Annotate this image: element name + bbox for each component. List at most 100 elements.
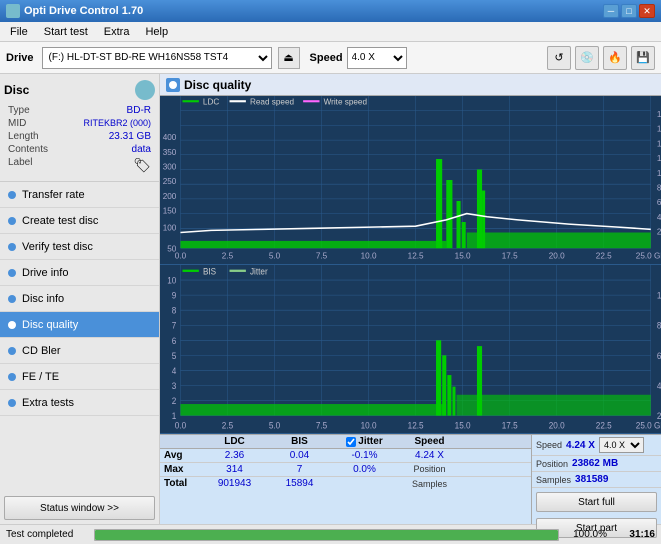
svg-text:12.5: 12.5 xyxy=(408,420,424,431)
nav-drive-info[interactable]: Drive info xyxy=(0,260,159,286)
svg-text:10X: 10X xyxy=(657,168,661,178)
nav-verify-test[interactable]: Verify test disc xyxy=(0,234,159,260)
menu-help[interactable]: Help xyxy=(139,25,174,39)
svg-text:12X: 12X xyxy=(657,153,661,163)
svg-text:10.0: 10.0 xyxy=(361,251,377,261)
side-speed-row: Speed 4.24 X 4.0 X xyxy=(532,435,661,456)
speed-select[interactable]: 4.0 X xyxy=(347,47,407,69)
side-speed-value: 4.24 X xyxy=(566,440,595,451)
nav-disc-info[interactable]: Disc info xyxy=(0,286,159,312)
nav-dot-disc-info xyxy=(8,295,16,303)
nav-dot-verify xyxy=(8,243,16,251)
refresh-button[interactable]: ↺ xyxy=(547,46,571,70)
svg-text:15.0: 15.0 xyxy=(455,420,471,431)
chart-ldc: 50 100 150 200 250 300 350 400 18X 16X 1… xyxy=(160,96,661,265)
avg-bis: 0.04 xyxy=(267,450,332,461)
disc-row-contents: Contents data xyxy=(8,143,151,156)
svg-text:250: 250 xyxy=(163,176,177,186)
maximize-button[interactable]: □ xyxy=(621,4,637,18)
svg-text:4X: 4X xyxy=(657,212,661,222)
svg-text:Read speed: Read speed xyxy=(250,96,294,106)
eject-button[interactable]: ⏏ xyxy=(278,47,300,69)
svg-text:100: 100 xyxy=(163,222,177,232)
svg-text:0.0: 0.0 xyxy=(175,251,187,261)
svg-text:17.5: 17.5 xyxy=(502,420,518,431)
col-bis: BIS xyxy=(267,436,332,447)
drive-select[interactable]: (F:) HL-DT-ST BD-RE WH16NS58 TST4 xyxy=(42,47,272,69)
label-icon: 🏷 xyxy=(133,157,151,174)
svg-text:20.0: 20.0 xyxy=(549,420,565,431)
toolbar: Drive (F:) HL-DT-ST BD-RE WH16NS58 TST4 … xyxy=(0,42,661,74)
svg-text:15.0: 15.0 xyxy=(455,251,471,261)
nav-extra-tests[interactable]: Extra tests xyxy=(0,390,159,416)
stats-panel: LDC BIS Jitter Speed Avg 2.36 0.04 xyxy=(160,434,661,524)
total-ldc: 901943 xyxy=(202,478,267,489)
max-jitter: 0.0% xyxy=(332,464,397,475)
side-samples-value: 381589 xyxy=(575,474,608,485)
minimize-button[interactable]: ─ xyxy=(603,4,619,18)
start-full-button[interactable]: Start full xyxy=(536,492,657,512)
nav-cd-bler[interactable]: CD Bler xyxy=(0,338,159,364)
stats-row-total: Total 901943 15894 Samples xyxy=(160,477,531,490)
svg-text:10%: 10% xyxy=(657,290,661,301)
chart-bis: 1 2 3 4 5 6 7 8 9 10 2% 4% 6% 8% 10% xyxy=(160,265,661,434)
svg-text:6: 6 xyxy=(172,335,177,346)
svg-text:10.0: 10.0 xyxy=(361,420,377,431)
nav-dot-transfer xyxy=(8,191,16,199)
burn-button[interactable]: 🔥 xyxy=(603,46,627,70)
stats-row-avg: Avg 2.36 0.04 -0.1% 4.24 X xyxy=(160,449,531,463)
svg-text:LDC: LDC xyxy=(203,96,219,106)
nav-dot-extra xyxy=(8,399,16,407)
svg-text:BIS: BIS xyxy=(203,266,216,277)
progress-bar-outer xyxy=(94,529,559,541)
disc-button[interactable]: 💿 xyxy=(575,46,599,70)
disc-section: Disc Type BD-R MID RITEKBR2 (000) Length… xyxy=(0,74,159,182)
status-label: Test completed xyxy=(6,529,86,540)
svg-text:18X: 18X xyxy=(657,109,661,119)
close-button[interactable]: ✕ xyxy=(639,4,655,18)
svg-text:200: 200 xyxy=(163,191,177,201)
disc-quality-title: Disc quality xyxy=(184,78,251,92)
stats-side: Speed 4.24 X 4.0 X Position 23862 MB Sam… xyxy=(531,435,661,524)
disc-row-label: Label 🏷 xyxy=(8,156,151,175)
col-jitter-header: Jitter xyxy=(332,436,397,447)
svg-text:7: 7 xyxy=(172,320,177,331)
svg-text:7.5: 7.5 xyxy=(316,420,327,431)
disc-quality-icon xyxy=(166,78,180,92)
nav-disc-quality[interactable]: Disc quality xyxy=(0,312,159,338)
speed-target-select[interactable]: 4.0 X xyxy=(599,437,644,453)
jitter-checkbox[interactable] xyxy=(346,437,356,447)
svg-text:5: 5 xyxy=(172,350,177,361)
title-bar-left: Opti Drive Control 1.70 xyxy=(6,4,143,18)
max-bis: 7 xyxy=(267,464,332,475)
nav-create-test[interactable]: Create test disc xyxy=(0,208,159,234)
svg-text:12.5: 12.5 xyxy=(408,251,424,261)
menu-file[interactable]: File xyxy=(4,25,34,39)
disc-title: Disc xyxy=(4,83,29,97)
svg-text:2.5: 2.5 xyxy=(222,420,233,431)
svg-text:14X: 14X xyxy=(657,138,661,148)
svg-text:9: 9 xyxy=(172,290,177,301)
svg-text:6%: 6% xyxy=(657,350,661,361)
total-bis: 15894 xyxy=(267,478,332,489)
nav-transfer-rate[interactable]: Transfer rate xyxy=(0,182,159,208)
disc-info: Type BD-R MID RITEKBR2 (000) Length 23.3… xyxy=(4,102,155,177)
save-button[interactable]: 💾 xyxy=(631,46,655,70)
nav-fe-te[interactable]: FE / TE xyxy=(0,364,159,390)
left-panel: Disc Type BD-R MID RITEKBR2 (000) Length… xyxy=(0,74,160,524)
disc-row-type: Type BD-R xyxy=(8,104,151,117)
progress-bar-inner xyxy=(95,530,558,540)
status-window-button[interactable]: Status window >> xyxy=(4,496,155,520)
svg-text:150: 150 xyxy=(163,205,177,215)
menu-start-test[interactable]: Start test xyxy=(38,25,94,39)
menu-extra[interactable]: Extra xyxy=(98,25,136,39)
app-icon xyxy=(6,4,20,18)
svg-text:300: 300 xyxy=(163,161,177,171)
svg-text:25.0 GB: 25.0 GB xyxy=(636,251,661,261)
stats-header-row: LDC BIS Jitter Speed xyxy=(160,435,531,449)
disc-header: Disc xyxy=(4,78,155,102)
nav-dot-fete xyxy=(8,373,16,381)
avg-jitter: -0.1% xyxy=(332,450,397,461)
svg-text:Write speed: Write speed xyxy=(324,96,368,106)
max-label: Max xyxy=(164,464,202,475)
